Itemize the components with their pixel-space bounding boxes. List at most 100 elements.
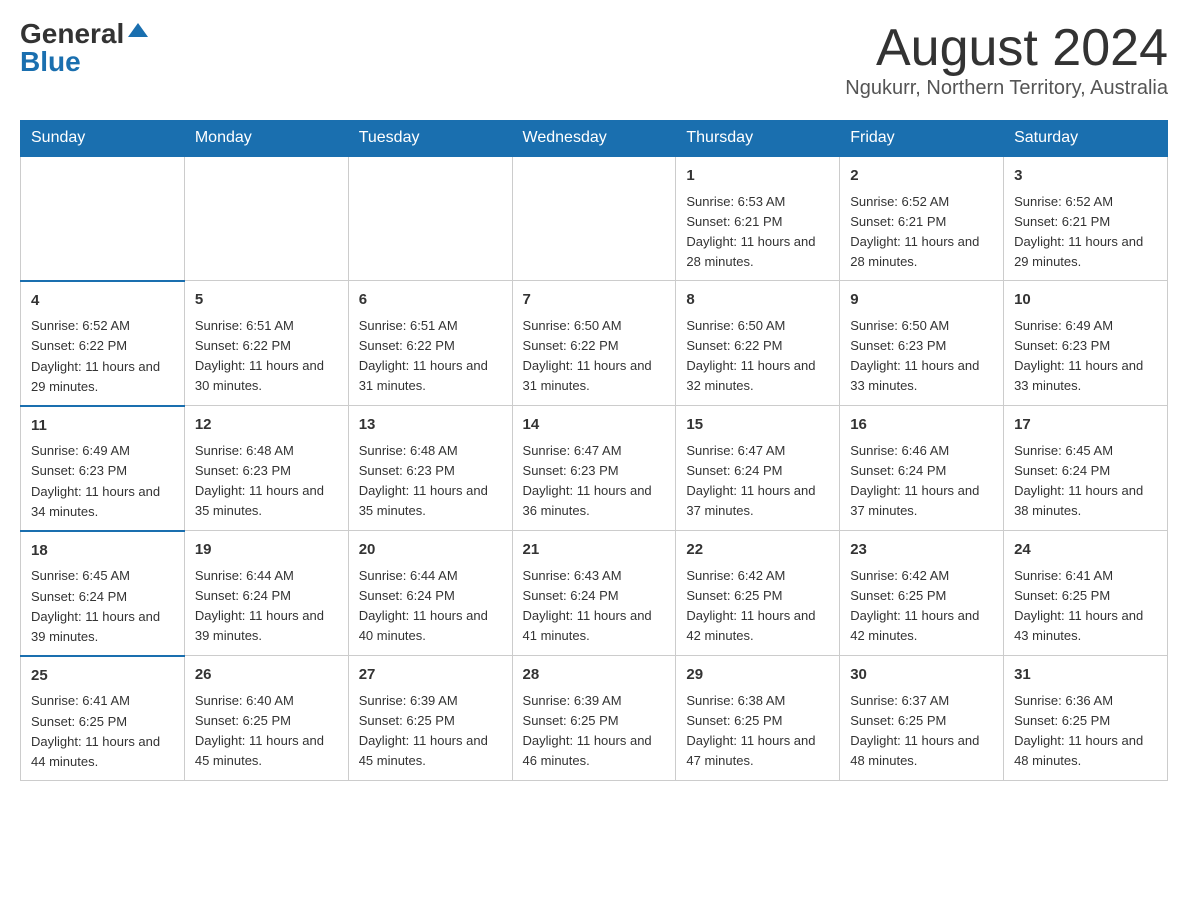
day-number: 6 <box>359 289 502 312</box>
day-info: Sunrise: 6:39 AMSunset: 6:25 PMDaylight:… <box>359 691 502 772</box>
day-info: Sunrise: 6:43 AMSunset: 6:24 PMDaylight:… <box>523 566 666 647</box>
calendar-cell <box>512 156 676 281</box>
day-number: 5 <box>195 289 338 312</box>
day-info: Sunrise: 6:48 AMSunset: 6:23 PMDaylight:… <box>195 441 338 522</box>
day-number: 4 <box>31 290 174 313</box>
calendar-cell: 11 Sunrise: 6:49 AMSunset: 6:23 PMDayligh… <box>21 406 185 531</box>
day-info: Sunrise: 6:51 AMSunset: 6:22 PMDaylight:… <box>359 316 502 397</box>
day-info: Sunrise: 6:53 AMSunset: 6:21 PMDaylight:… <box>686 192 829 273</box>
month-title: August 2024 <box>845 20 1168 77</box>
calendar-cell: 22 Sunrise: 6:42 AMSunset: 6:25 PMDayligh… <box>676 531 840 656</box>
day-info: Sunrise: 6:41 AMSunset: 6:25 PMDaylight:… <box>1014 566 1157 647</box>
day-info: Sunrise: 6:42 AMSunset: 6:25 PMDaylight:… <box>850 566 993 647</box>
day-info: Sunrise: 6:47 AMSunset: 6:23 PMDaylight:… <box>523 441 666 522</box>
weekday-header-tuesday: Tuesday <box>348 121 512 157</box>
calendar-cell: 10Sunrise: 6:49 AMSunset: 6:23 PMDayligh… <box>1004 281 1168 406</box>
day-number: 8 <box>686 289 829 312</box>
day-number: 17 <box>1014 414 1157 437</box>
calendar-week-row: 25Sunrise: 6:41 AMSunset: 6:25 PMDayligh… <box>21 656 1168 781</box>
calendar-cell: 25Sunrise: 6:41 AMSunset: 6:25 PMDayligh… <box>21 656 185 781</box>
day-number: 7 <box>523 289 666 312</box>
day-number: 21 <box>523 539 666 562</box>
logo-blue: Blue <box>20 48 81 76</box>
day-info: Sunrise: 6:39 AMSunset: 6:25 PMDaylight:… <box>523 691 666 772</box>
weekday-header-sunday: Sunday <box>21 121 185 157</box>
calendar-week-row: 18 Sunrise: 6:45 AMSunset: 6:24 PMDayligh… <box>21 531 1168 656</box>
day-number: 1 <box>686 165 829 188</box>
day-number: 9 <box>850 289 993 312</box>
weekday-header-thursday: Thursday <box>676 121 840 157</box>
calendar-cell: 27 Sunrise: 6:39 AMSunset: 6:25 PMDayligh… <box>348 656 512 781</box>
calendar-cell: 18 Sunrise: 6:45 AMSunset: 6:24 PMDayligh… <box>21 531 185 656</box>
logo-triangle-icon <box>128 23 148 37</box>
calendar-cell: 12 Sunrise: 6:48 AMSunset: 6:23 PMDayligh… <box>184 406 348 531</box>
day-info: Sunrise: 6:48 AMSunset: 6:23 PMDaylight:… <box>359 441 502 522</box>
day-info: Sunrise: 6:37 AMSunset: 6:25 PMDaylight:… <box>850 691 993 772</box>
day-info: Sunrise: 6:38 AMSunset: 6:25 PMDaylight:… <box>686 691 829 772</box>
day-info: Sunrise: 6:47 AMSunset: 6:24 PMDaylight:… <box>686 441 829 522</box>
calendar-cell: 30 Sunrise: 6:37 AMSunset: 6:25 PMDayligh… <box>840 656 1004 781</box>
calendar-cell: 3 Sunrise: 6:52 AMSunset: 6:21 PMDaylight… <box>1004 156 1168 281</box>
day-number: 13 <box>359 414 502 437</box>
calendar-cell: 20Sunrise: 6:44 AMSunset: 6:24 PMDayligh… <box>348 531 512 656</box>
calendar-cell: 4 Sunrise: 6:52 AMSunset: 6:22 PMDaylight… <box>21 281 185 406</box>
day-info: Sunrise: 6:50 AMSunset: 6:22 PMDaylight:… <box>686 316 829 397</box>
day-info: Sunrise: 6:49 AMSunset: 6:23 PMDaylight:… <box>1014 316 1157 397</box>
day-number: 11 <box>31 415 174 438</box>
title-block: August 2024 Ngukurr, Northern Territory,… <box>845 20 1168 100</box>
calendar-cell: 23 Sunrise: 6:42 AMSunset: 6:25 PMDayligh… <box>840 531 1004 656</box>
calendar-cell: 17 Sunrise: 6:45 AMSunset: 6:24 PMDayligh… <box>1004 406 1168 531</box>
day-info: Sunrise: 6:52 AMSunset: 6:21 PMDaylight:… <box>1014 192 1157 273</box>
day-info: Sunrise: 6:50 AMSunset: 6:22 PMDaylight:… <box>523 316 666 397</box>
day-number: 23 <box>850 539 993 562</box>
weekday-header-monday: Monday <box>184 121 348 157</box>
calendar-cell: 21 Sunrise: 6:43 AMSunset: 6:24 PMDayligh… <box>512 531 676 656</box>
day-info: Sunrise: 6:36 AMSunset: 6:25 PMDaylight:… <box>1014 691 1157 772</box>
day-info: Sunrise: 6:40 AMSunset: 6:25 PMDaylight:… <box>195 691 338 772</box>
calendar-week-row: 4 Sunrise: 6:52 AMSunset: 6:22 PMDaylight… <box>21 281 1168 406</box>
day-number: 14 <box>523 414 666 437</box>
day-info: Sunrise: 6:52 AMSunset: 6:21 PMDaylight:… <box>850 192 993 273</box>
day-info: Sunrise: 6:52 AMSunset: 6:22 PMDaylight:… <box>31 316 174 397</box>
weekday-header-saturday: Saturday <box>1004 121 1168 157</box>
calendar-cell <box>21 156 185 281</box>
calendar-cell: 31 Sunrise: 6:36 AMSunset: 6:25 PMDayligh… <box>1004 656 1168 781</box>
page-header: General Blue August 2024 Ngukurr, Northe… <box>20 20 1168 100</box>
calendar-cell: 28 Sunrise: 6:39 AMSunset: 6:25 PMDayligh… <box>512 656 676 781</box>
day-number: 12 <box>195 414 338 437</box>
day-number: 16 <box>850 414 993 437</box>
calendar-cell: 26 Sunrise: 6:40 AMSunset: 6:25 PMDayligh… <box>184 656 348 781</box>
day-number: 28 <box>523 664 666 687</box>
calendar-cell: 7 Sunrise: 6:50 AMSunset: 6:22 PMDaylight… <box>512 281 676 406</box>
logo: General Blue <box>20 20 148 76</box>
day-number: 3 <box>1014 165 1157 188</box>
day-info: Sunrise: 6:42 AMSunset: 6:25 PMDaylight:… <box>686 566 829 647</box>
day-number: 26 <box>195 664 338 687</box>
logo-general: General <box>20 20 124 48</box>
weekday-header-friday: Friday <box>840 121 1004 157</box>
day-number: 31 <box>1014 664 1157 687</box>
day-number: 24 <box>1014 539 1157 562</box>
calendar-cell <box>348 156 512 281</box>
calendar-cell: 15Sunrise: 6:47 AMSunset: 6:24 PMDayligh… <box>676 406 840 531</box>
weekday-header-row: SundayMondayTuesdayWednesdayThursdayFrid… <box>21 121 1168 157</box>
calendar-cell: 6 Sunrise: 6:51 AMSunset: 6:22 PMDaylight… <box>348 281 512 406</box>
day-info: Sunrise: 6:44 AMSunset: 6:24 PMDaylight:… <box>359 566 502 647</box>
calendar-cell: 2Sunrise: 6:52 AMSunset: 6:21 PMDaylight… <box>840 156 1004 281</box>
day-number: 19 <box>195 539 338 562</box>
day-number: 18 <box>31 540 174 563</box>
calendar-cell: 24 Sunrise: 6:41 AMSunset: 6:25 PMDayligh… <box>1004 531 1168 656</box>
day-info: Sunrise: 6:45 AMSunset: 6:24 PMDaylight:… <box>1014 441 1157 522</box>
day-info: Sunrise: 6:51 AMSunset: 6:22 PMDaylight:… <box>195 316 338 397</box>
day-number: 27 <box>359 664 502 687</box>
day-info: Sunrise: 6:50 AMSunset: 6:23 PMDaylight:… <box>850 316 993 397</box>
day-number: 25 <box>31 665 174 688</box>
calendar-table: SundayMondayTuesdayWednesdayThursdayFrid… <box>20 120 1168 781</box>
calendar-week-row: 1 Sunrise: 6:53 AMSunset: 6:21 PMDaylight… <box>21 156 1168 281</box>
calendar-week-row: 11 Sunrise: 6:49 AMSunset: 6:23 PMDayligh… <box>21 406 1168 531</box>
day-info: Sunrise: 6:49 AMSunset: 6:23 PMDaylight:… <box>31 441 174 522</box>
calendar-cell: 14 Sunrise: 6:47 AMSunset: 6:23 PMDayligh… <box>512 406 676 531</box>
day-number: 22 <box>686 539 829 562</box>
day-number: 30 <box>850 664 993 687</box>
day-info: Sunrise: 6:45 AMSunset: 6:24 PMDaylight:… <box>31 566 174 647</box>
